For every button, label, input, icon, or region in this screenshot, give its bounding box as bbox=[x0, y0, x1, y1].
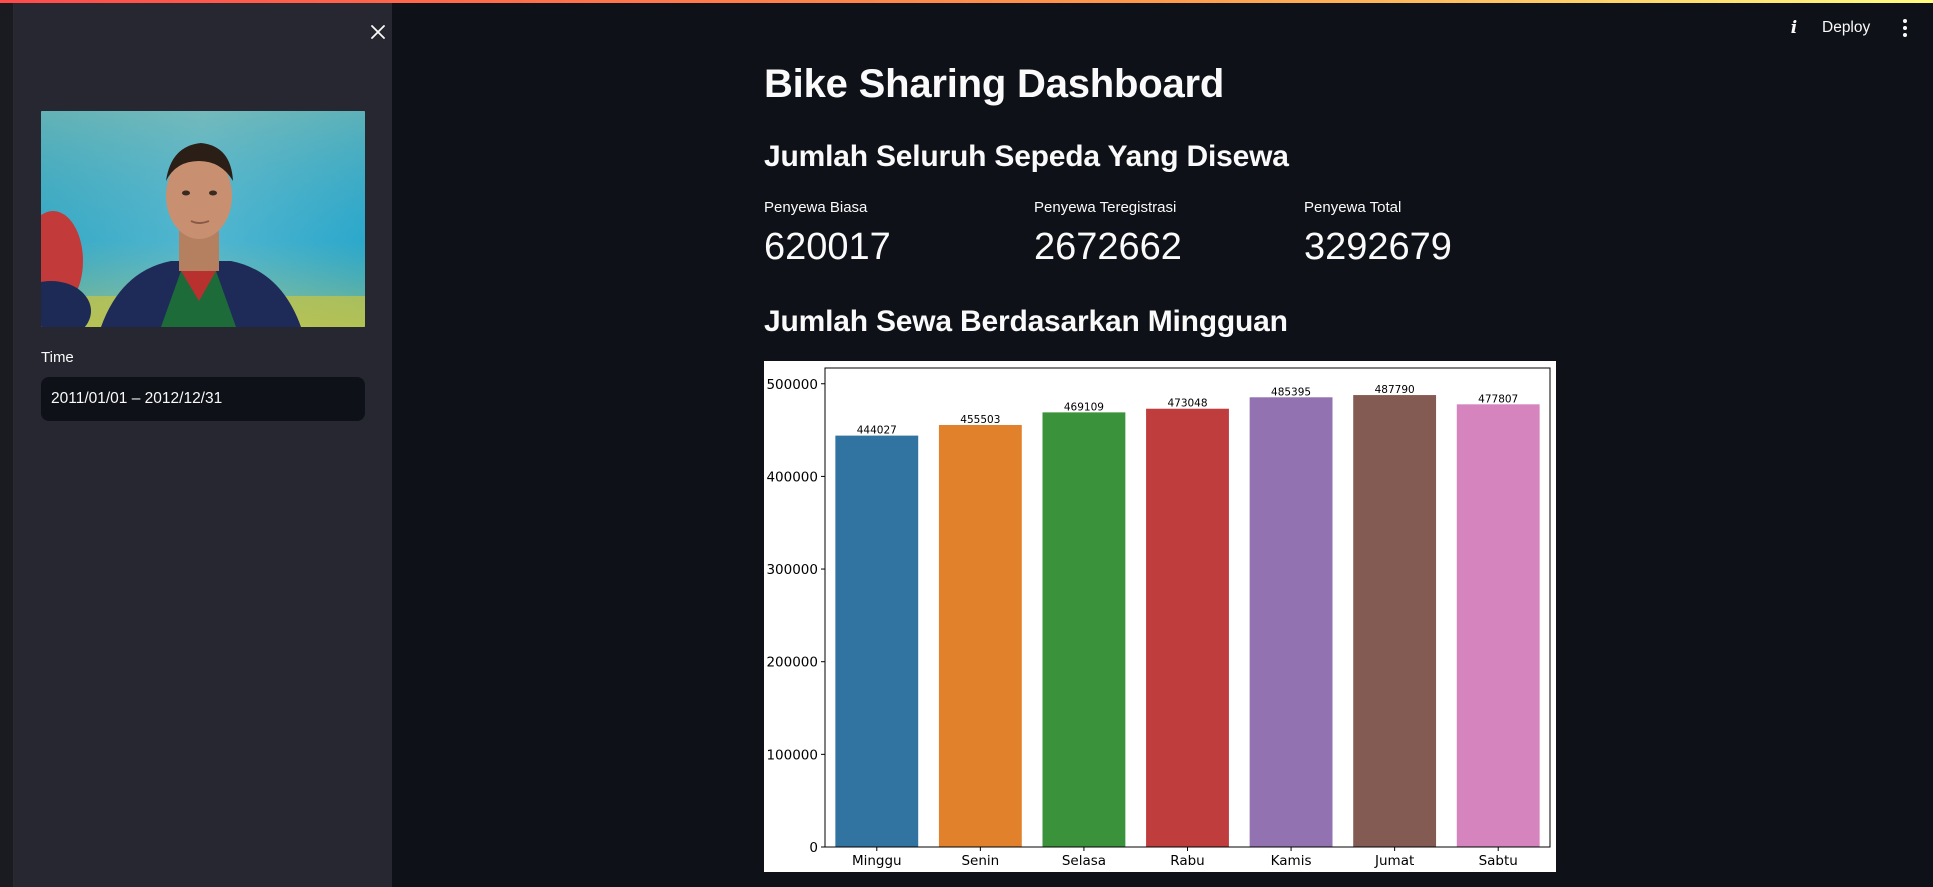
metric-label: Penyewa Biasa bbox=[764, 199, 868, 216]
metric-label: Penyewa Teregistrasi bbox=[1034, 199, 1177, 216]
chart-bar bbox=[1353, 395, 1437, 847]
y-tick-label: 200000 bbox=[766, 655, 818, 671]
sidebar-photo bbox=[41, 111, 365, 327]
main-menu-button[interactable] bbox=[1898, 15, 1912, 41]
info-icon: i bbox=[1790, 18, 1798, 38]
sidebar: Time 2011/01/01 – 2012/12/31 bbox=[14, 0, 392, 887]
time-label: Time bbox=[41, 349, 74, 366]
metric-total: Penyewa Total 3292679 bbox=[1304, 199, 1452, 269]
y-tick-label: 400000 bbox=[766, 469, 818, 485]
subheader-total-rentals: Jumlah Seluruh Sepeda Yang Disewa bbox=[764, 140, 1289, 173]
x-tick-label: Minggu bbox=[852, 853, 902, 869]
subheader-weekly-rentals: Jumlah Sewa Berdasarkan Mingguan bbox=[764, 305, 1288, 338]
chart-data-label: 444027 bbox=[857, 425, 897, 437]
metric-value: 3292679 bbox=[1304, 226, 1452, 268]
kebab-dot bbox=[1903, 26, 1907, 30]
date-range-input[interactable]: 2011/01/01 – 2012/12/31 bbox=[41, 377, 365, 421]
chart-data-label: 487790 bbox=[1375, 384, 1415, 396]
x-tick-label: Kamis bbox=[1271, 853, 1312, 869]
metric-label: Penyewa Total bbox=[1304, 199, 1402, 216]
page-title: Bike Sharing Dashboard bbox=[764, 62, 1225, 106]
y-tick-label: 100000 bbox=[766, 747, 818, 763]
x-tick-label: Jumat bbox=[1374, 853, 1414, 869]
chart-bar bbox=[1249, 397, 1333, 847]
chart-bar bbox=[938, 424, 1022, 847]
chart-data-label: 455503 bbox=[960, 414, 1000, 426]
kebab-dot bbox=[1903, 19, 1907, 23]
window-edge bbox=[0, 0, 14, 887]
date-range-value: 2011/01/01 – 2012/12/31 bbox=[51, 390, 223, 407]
bar-chart-svg: 444027 Minggu 455503 Senin 469109 Selasa 47304… bbox=[766, 367, 1551, 869]
y-tick-label: 0 bbox=[809, 840, 818, 856]
y-tick-label: 300000 bbox=[766, 562, 818, 578]
kebab-dot bbox=[1903, 33, 1907, 37]
deploy-button[interactable]: Deploy bbox=[1822, 17, 1870, 39]
chart-bar bbox=[1146, 408, 1229, 847]
chart-data-label: 477807 bbox=[1478, 393, 1518, 405]
chart-data-label: 473048 bbox=[1167, 398, 1207, 410]
sidebar-close-button[interactable] bbox=[363, 17, 393, 47]
x-tick-label: Rabu bbox=[1170, 853, 1204, 869]
metric-casual: Penyewa Biasa 620017 bbox=[764, 199, 891, 269]
top-decoration-bar bbox=[0, 0, 1933, 3]
chart-bar bbox=[1042, 412, 1126, 847]
x-tick-label: Sabtu bbox=[1479, 853, 1518, 869]
metric-registered: Penyewa Teregistrasi 2672662 bbox=[1034, 199, 1182, 269]
chart-data-label: 469109 bbox=[1064, 401, 1104, 413]
metric-value: 620017 bbox=[764, 226, 891, 268]
x-tick-label: Selasa bbox=[1062, 853, 1106, 869]
chart-bar bbox=[835, 435, 919, 847]
metric-value: 2672662 bbox=[1034, 226, 1182, 268]
chart-bar bbox=[1456, 404, 1540, 847]
x-tick-label: Senin bbox=[961, 853, 999, 869]
y-tick-label: 500000 bbox=[766, 377, 818, 393]
chart-data-label: 485395 bbox=[1271, 386, 1311, 398]
info-button[interactable]: i bbox=[1782, 17, 1806, 39]
close-icon bbox=[371, 25, 385, 39]
weekly-bar-chart: 444027 Minggu 455503 Senin 469109 Selasa 47304… bbox=[764, 361, 1556, 872]
